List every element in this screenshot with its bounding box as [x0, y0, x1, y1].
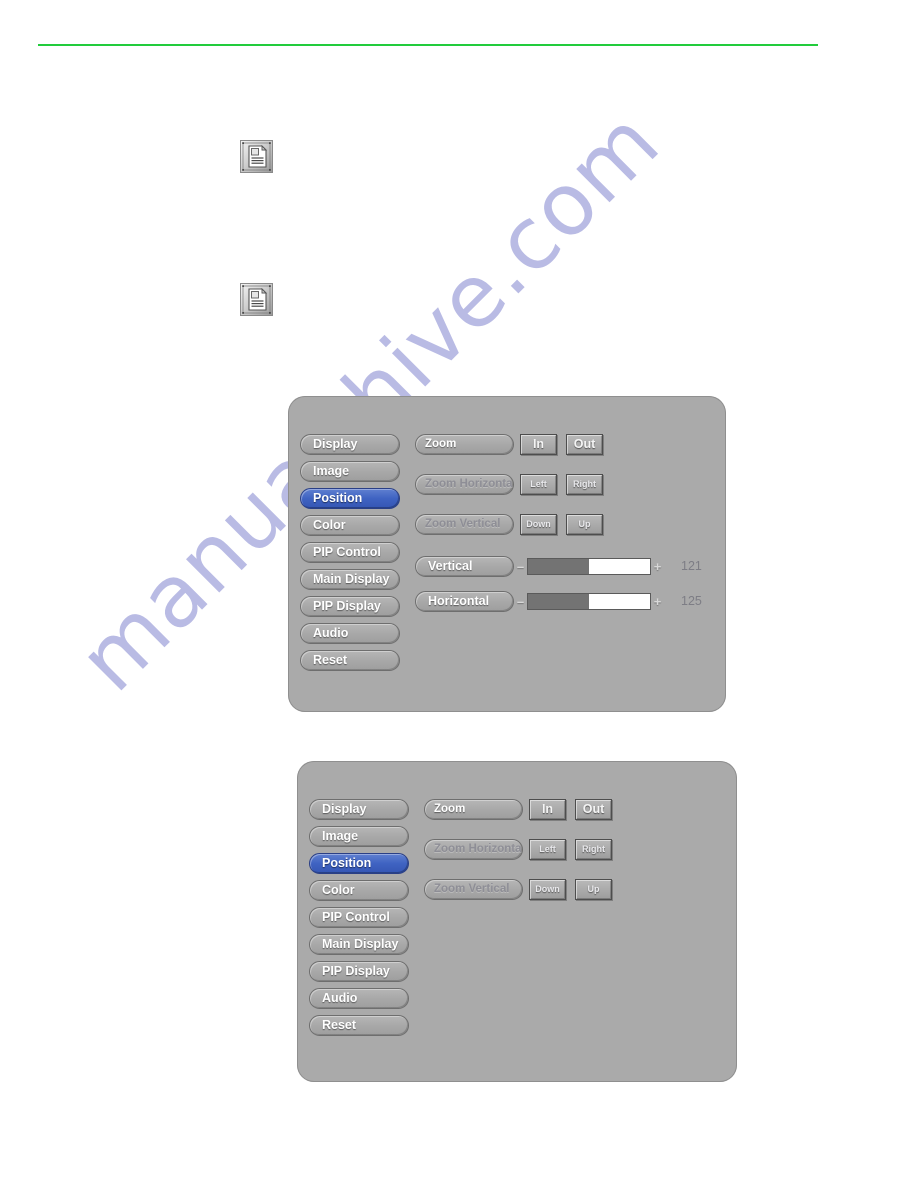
zoom-out-button[interactable]: Out: [575, 799, 612, 820]
menu-item-label: Image: [313, 464, 350, 479]
function-label: Zoom: [425, 437, 457, 450]
slider-track[interactable]: [527, 593, 651, 610]
osd-action-buttons: In Out Left Right Down Up: [520, 434, 616, 554]
slider-label: Horizontal: [428, 594, 490, 609]
slider-track[interactable]: [527, 558, 651, 575]
menu-item-label: Main Display: [313, 572, 390, 587]
slider-value: 125: [681, 594, 702, 609]
slider-value: 121: [681, 559, 702, 574]
slider-minus-icon[interactable]: –: [514, 560, 527, 573]
osd-main-menu: Display Image Position Color PIP Control…: [309, 799, 415, 1042]
slider-fill: [528, 594, 589, 609]
menu-item-label: Image: [322, 829, 359, 844]
menu-item-label: PIP Display: [322, 964, 390, 979]
menu-item-label: Audio: [313, 626, 349, 641]
osd-sliders: Vertical – + 121 Horizontal – + 125: [415, 556, 705, 626]
menu-item-label: Position: [313, 491, 363, 506]
menu-item-label: Position: [322, 856, 372, 871]
menu-item-reset[interactable]: Reset: [300, 650, 400, 671]
zoom-in-button[interactable]: In: [520, 434, 557, 455]
zoom-left-button[interactable]: Left: [520, 474, 557, 495]
button-row-zoom-horizontal: Left Right: [520, 474, 616, 495]
menu-item-audio[interactable]: Audio: [309, 988, 409, 1009]
function-zoom[interactable]: Zoom: [415, 434, 514, 455]
menu-item-pip-display[interactable]: PIP Display: [309, 961, 409, 982]
menu-item-label: Color: [313, 518, 346, 533]
slider-minus-icon[interactable]: –: [514, 595, 527, 608]
zoom-down-button[interactable]: Down: [529, 879, 566, 900]
function-zoom-horizontal[interactable]: Zoom Horizontal: [415, 474, 514, 495]
slider-fill: [528, 559, 589, 574]
slider-label: Vertical: [428, 559, 473, 574]
menu-item-display[interactable]: Display: [309, 799, 409, 820]
function-zoom[interactable]: Zoom: [424, 799, 523, 820]
zoom-right-button[interactable]: Right: [566, 474, 603, 495]
menu-item-label: Color: [322, 883, 355, 898]
menu-item-label: Display: [322, 802, 367, 817]
slider-label-horizontal[interactable]: Horizontal: [415, 591, 514, 612]
menu-item-label: Audio: [322, 991, 358, 1006]
osd-panel-position-zoom-only: Display Image Position Color PIP Control…: [297, 761, 737, 1082]
menu-item-position[interactable]: Position: [309, 853, 409, 874]
menu-item-label: Main Display: [322, 937, 399, 952]
note-document-icon: [240, 283, 273, 316]
slider-vertical: Vertical – + 121: [415, 556, 705, 577]
button-row-zoom-vertical: Down Up: [529, 879, 625, 900]
zoom-left-button[interactable]: Left: [529, 839, 566, 860]
zoom-right-button[interactable]: Right: [575, 839, 612, 860]
slider-label-vertical[interactable]: Vertical: [415, 556, 514, 577]
button-row-zoom: In Out: [529, 799, 625, 820]
function-zoom-horizontal[interactable]: Zoom Horizontal: [424, 839, 523, 860]
function-zoom-vertical[interactable]: Zoom Vertical: [424, 879, 523, 900]
button-row-zoom-vertical: Down Up: [520, 514, 616, 535]
menu-item-label: Reset: [313, 653, 348, 668]
menu-item-image[interactable]: Image: [309, 826, 409, 847]
menu-item-label: PIP Display: [313, 599, 381, 614]
osd-panel-position-adjust: Display Image Position Color PIP Control…: [288, 396, 726, 712]
menu-item-display[interactable]: Display: [300, 434, 400, 455]
menu-item-main-display[interactable]: Main Display: [300, 569, 400, 590]
slider-plus-icon[interactable]: +: [651, 560, 664, 573]
menu-item-label: PIP Control: [313, 545, 381, 560]
zoom-up-button[interactable]: Up: [566, 514, 603, 535]
menu-item-color[interactable]: Color: [309, 880, 409, 901]
menu-item-reset[interactable]: Reset: [309, 1015, 409, 1036]
function-label: Zoom Horizontal: [434, 842, 523, 855]
menu-item-position[interactable]: Position: [300, 488, 400, 509]
header-rule: [38, 44, 818, 46]
menu-item-pip-control[interactable]: PIP Control: [309, 907, 409, 928]
function-label: Zoom Horizontal: [425, 477, 514, 490]
menu-item-label: PIP Control: [322, 910, 390, 925]
function-label: Zoom Vertical: [434, 882, 510, 895]
function-label: Zoom Vertical: [425, 517, 501, 530]
slider-horizontal: Horizontal – + 125: [415, 591, 705, 612]
menu-item-audio[interactable]: Audio: [300, 623, 400, 644]
menu-item-label: Display: [313, 437, 358, 452]
osd-action-buttons: In Out Left Right Down Up: [529, 799, 625, 919]
osd-main-menu: Display Image Position Color PIP Control…: [300, 434, 406, 677]
menu-item-pip-display[interactable]: PIP Display: [300, 596, 400, 617]
zoom-out-button[interactable]: Out: [566, 434, 603, 455]
osd-function-labels: Zoom Zoom Horizontal Zoom Vertical: [415, 434, 514, 554]
slider-plus-icon[interactable]: +: [651, 595, 664, 608]
note-document-icon: [240, 140, 273, 173]
zoom-up-button[interactable]: Up: [575, 879, 612, 900]
button-row-zoom: In Out: [520, 434, 616, 455]
zoom-in-button[interactable]: In: [529, 799, 566, 820]
menu-item-main-display[interactable]: Main Display: [309, 934, 409, 955]
function-label: Zoom: [434, 802, 466, 815]
menu-item-color[interactable]: Color: [300, 515, 400, 536]
button-row-zoom-horizontal: Left Right: [529, 839, 625, 860]
osd-function-labels: Zoom Zoom Horizontal Zoom Vertical: [424, 799, 523, 919]
function-zoom-vertical[interactable]: Zoom Vertical: [415, 514, 514, 535]
menu-item-label: Reset: [322, 1018, 357, 1033]
menu-item-image[interactable]: Image: [300, 461, 400, 482]
zoom-down-button[interactable]: Down: [520, 514, 557, 535]
menu-item-pip-control[interactable]: PIP Control: [300, 542, 400, 563]
